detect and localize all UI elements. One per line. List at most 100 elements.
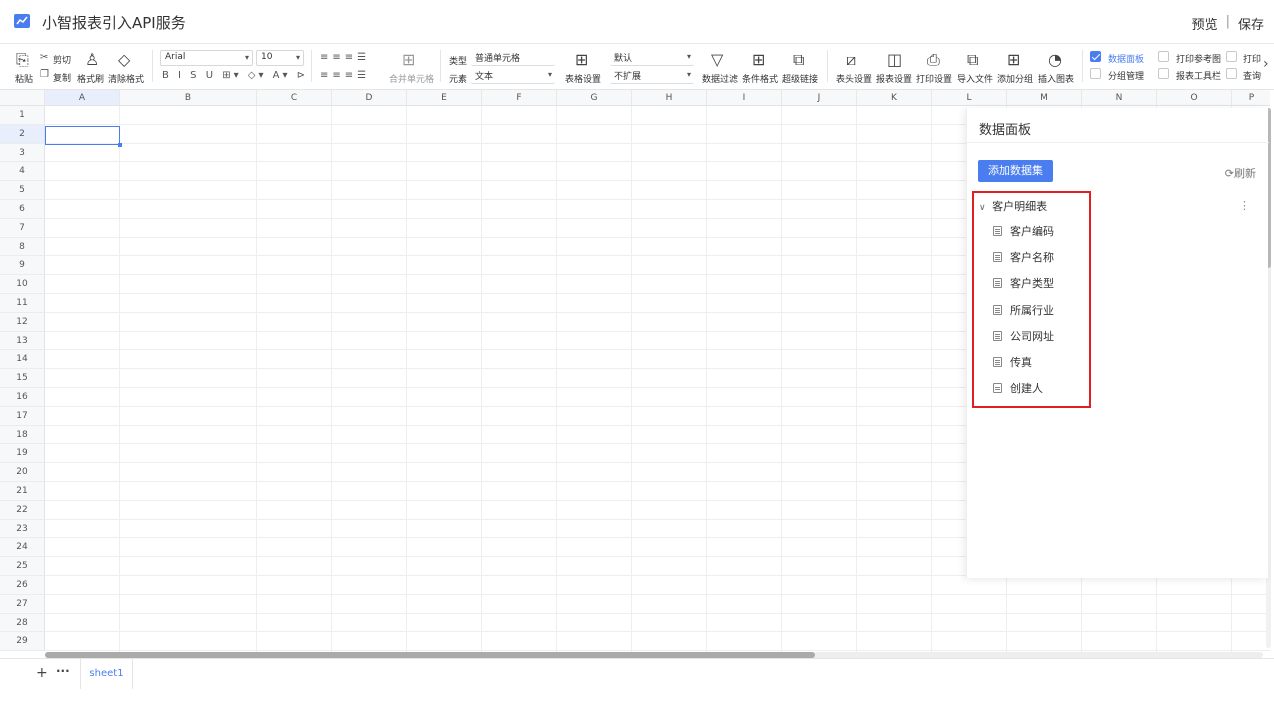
row-header[interactable]: 16 xyxy=(0,388,45,407)
more-options-icon[interactable]: ⋮ xyxy=(1239,199,1250,212)
dataset-row[interactable]: ∨ 客户明细表 xyxy=(979,198,1047,214)
header-settings-icon[interactable]: ⧄ xyxy=(846,52,856,68)
row-header[interactable]: 12 xyxy=(0,312,45,332)
type-select[interactable]: 普通单元格 xyxy=(471,50,555,66)
row-header[interactable]: 21 xyxy=(0,482,45,501)
copy-button[interactable]: 复制 xyxy=(53,71,71,84)
expand-default-select[interactable]: 默认 ▾ xyxy=(610,50,694,66)
print-settings-button[interactable]: 打印设置 xyxy=(916,72,952,85)
row-header[interactable]: 11 xyxy=(0,294,45,313)
row-header[interactable]: 1 xyxy=(0,106,45,125)
row-header[interactable]: 4 xyxy=(0,162,45,182)
dataset-field[interactable]: 客户名称 xyxy=(993,249,1054,265)
valign-icons[interactable]: ≡≡≡☰ xyxy=(320,52,370,63)
column-header[interactable]: O xyxy=(1157,90,1232,106)
print-ref-checkbox[interactable] xyxy=(1158,51,1169,62)
data-panel-checkbox[interactable] xyxy=(1090,51,1101,62)
import-icon[interactable]: ⧉ xyxy=(967,52,978,68)
row-header[interactable]: 19 xyxy=(0,444,45,464)
insert-chart-button[interactable]: 插入图表 xyxy=(1038,72,1074,85)
dataset-field[interactable]: 传真 xyxy=(993,354,1032,370)
element-select[interactable]: 文本 ▾ xyxy=(471,68,555,84)
add-group-button[interactable]: 添加分组 xyxy=(997,72,1033,85)
cut-button[interactable]: 剪切 xyxy=(53,53,71,66)
save-button[interactable]: 保存 xyxy=(1238,14,1264,33)
corner-cell[interactable] xyxy=(0,90,45,106)
chevron-right-icon[interactable]: › xyxy=(1263,56,1269,72)
data-filter-button[interactable]: 数据过滤 xyxy=(702,72,738,85)
column-header[interactable]: B xyxy=(120,90,257,106)
column-header[interactable]: P xyxy=(1232,90,1270,106)
row-header[interactable]: 29 xyxy=(0,632,45,652)
row-header[interactable]: 20 xyxy=(0,463,45,482)
text-style-icons[interactable]: B I S U ⊞▾ ◇▾ A▾ ⊳ xyxy=(162,70,308,81)
row-header[interactable]: 10 xyxy=(0,275,45,294)
expand-mode-select[interactable]: 不扩展 ▾ xyxy=(610,68,694,84)
row-header[interactable]: 22 xyxy=(0,500,45,520)
more-sheets-button[interactable]: ··· xyxy=(56,664,70,678)
font-family-select[interactable]: Arial ▾ xyxy=(160,50,253,66)
add-group-icon[interactable]: ⊞ xyxy=(1007,52,1020,68)
add-dataset-button[interactable]: 添加数据集 xyxy=(978,160,1053,182)
query-checkbox[interactable] xyxy=(1226,68,1237,79)
row-header[interactable]: 9 xyxy=(0,256,45,276)
clear-format-button[interactable]: 清除格式 xyxy=(108,72,144,85)
sheet-tab[interactable]: sheet1 xyxy=(80,659,133,689)
row-header[interactable]: 8 xyxy=(0,237,45,257)
column-header[interactable]: M xyxy=(1007,90,1082,106)
hyperlink-button[interactable]: 超级链接 xyxy=(782,72,818,85)
report-toolbar-checkbox[interactable] xyxy=(1158,68,1169,79)
row-header[interactable]: 24 xyxy=(0,538,45,558)
header-settings-button[interactable]: 表头设置 xyxy=(836,72,872,85)
row-header[interactable]: 15 xyxy=(0,369,45,388)
add-sheet-button[interactable]: + xyxy=(36,665,48,681)
chevron-down-icon[interactable]: ∨ xyxy=(979,203,986,213)
dataset-field[interactable]: 公司网址 xyxy=(993,328,1054,344)
column-header[interactable]: J xyxy=(782,90,857,106)
column-header[interactable]: H xyxy=(632,90,707,106)
print-checkbox[interactable] xyxy=(1226,51,1237,62)
column-header[interactable]: G xyxy=(557,90,632,106)
row-header[interactable]: 2 xyxy=(0,124,45,144)
format-painter-icon[interactable]: ♙ xyxy=(85,52,99,68)
group-manage-checkbox[interactable] xyxy=(1090,68,1101,79)
selected-cell[interactable] xyxy=(45,126,120,145)
merge-cells-button[interactable]: 合并单元格 xyxy=(389,72,434,85)
refresh-button[interactable]: ⟳刷新 xyxy=(1225,165,1256,181)
table-settings-button[interactable]: 表格设置 xyxy=(565,72,601,85)
row-header[interactable]: 26 xyxy=(0,576,45,595)
table-icon[interactable]: ⊞ xyxy=(575,52,588,68)
halign-icons[interactable]: ≡≡≡☰ xyxy=(320,70,370,81)
row-header[interactable]: 28 xyxy=(0,613,45,633)
conditional-format-icon[interactable]: ⊞ xyxy=(752,52,765,68)
font-size-select[interactable]: 10 ▾ xyxy=(256,50,304,66)
row-header[interactable]: 18 xyxy=(0,425,45,445)
conditional-format-button[interactable]: 条件格式 xyxy=(742,72,778,85)
column-header[interactable]: N xyxy=(1082,90,1157,106)
eraser-icon[interactable]: ◇ xyxy=(118,52,130,68)
column-header[interactable]: L xyxy=(932,90,1007,106)
column-header[interactable]: F xyxy=(482,90,557,106)
column-header[interactable]: K xyxy=(857,90,932,106)
printer-icon[interactable]: ⎙ xyxy=(927,52,940,68)
dataset-field[interactable]: 所属行业 xyxy=(993,302,1054,318)
fill-handle[interactable] xyxy=(118,143,122,147)
column-header[interactable]: D xyxy=(332,90,407,106)
link-icon[interactable]: ⧉ xyxy=(793,52,804,68)
column-header[interactable]: A xyxy=(45,90,120,106)
dataset-field[interactable]: 创建人 xyxy=(993,380,1043,396)
row-header[interactable]: 5 xyxy=(0,181,45,200)
column-header[interactable]: I xyxy=(707,90,782,106)
filter-icon[interactable]: ▽ xyxy=(711,52,723,68)
row-header[interactable]: 27 xyxy=(0,594,45,614)
report-settings-icon[interactable]: ◫ xyxy=(887,52,902,68)
row-header[interactable]: 7 xyxy=(0,218,45,238)
row-header[interactable]: 14 xyxy=(0,350,45,370)
preview-button[interactable]: 预览 xyxy=(1192,14,1218,33)
format-painter-button[interactable]: 格式刷 xyxy=(77,72,104,85)
report-settings-button[interactable]: 报表设置 xyxy=(876,72,912,85)
dataset-field[interactable]: 客户编码 xyxy=(993,223,1054,239)
paste-icon[interactable]: ⎘ xyxy=(16,52,29,68)
dataset-field[interactable]: 客户类型 xyxy=(993,275,1054,291)
row-header[interactable]: 6 xyxy=(0,200,45,219)
